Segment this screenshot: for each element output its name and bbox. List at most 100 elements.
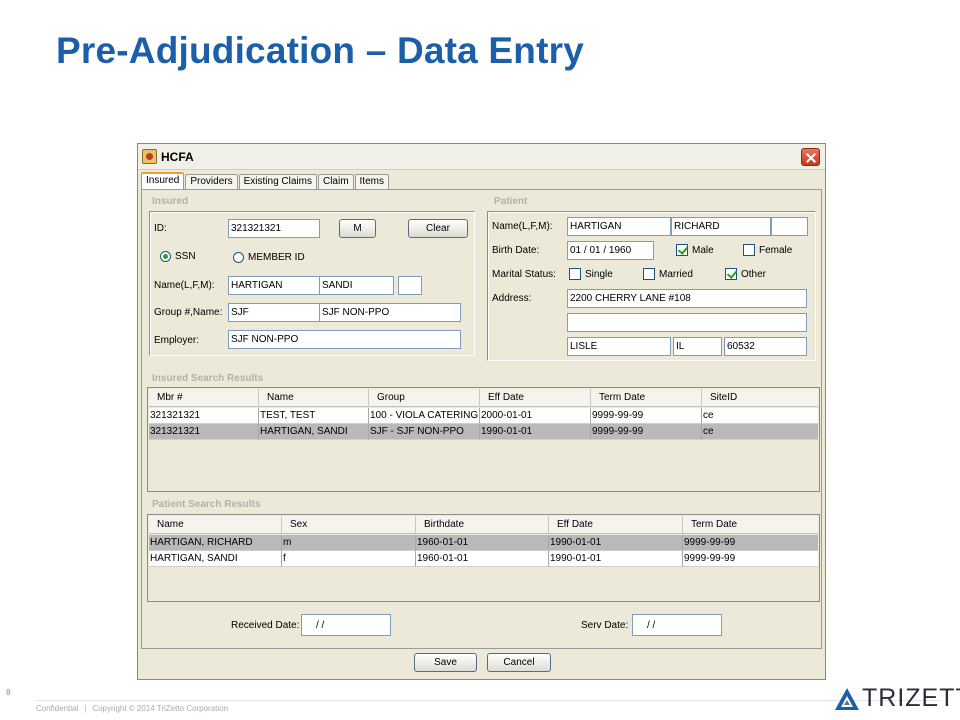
employer-label: Employer:	[154, 335, 200, 346]
cell-birthdate: 1960-01-01	[416, 551, 549, 567]
cell-birthdate: 1960-01-01	[416, 535, 549, 551]
member-id-label: MEMBER ID	[248, 252, 305, 263]
marital-status-label: Marital Status:	[492, 269, 556, 280]
cell-name: HARTIGAN, RICHARD	[149, 535, 282, 551]
ssn-label: SSN	[175, 251, 196, 262]
single-checkbox[interactable]	[569, 268, 581, 280]
col-term-date[interactable]: Term Date	[683, 516, 818, 534]
m-button[interactable]: M	[339, 219, 376, 238]
close-button[interactable]	[801, 148, 820, 166]
member-id-radio[interactable]	[233, 252, 244, 263]
tab-claim[interactable]: Claim	[317, 174, 354, 190]
col-group[interactable]: Group	[369, 389, 480, 407]
footer: Confidential | Copyright © 2014 TriZetto C…	[36, 704, 228, 713]
other-label: Other	[741, 269, 767, 280]
ssn-radio[interactable]	[160, 251, 171, 262]
footer-confidential: Confidential	[36, 704, 79, 713]
cell-eff-date: 2000-01-01	[480, 408, 591, 424]
cell-mbr: 321321321	[149, 424, 259, 440]
col-name[interactable]: Name	[259, 389, 369, 407]
group-number-field[interactable]: SJF	[228, 303, 320, 322]
state-field[interactable]: IL	[673, 337, 722, 356]
group-name-field[interactable]: SJF NON-PPO	[319, 303, 461, 322]
male-label: Male	[692, 245, 714, 256]
address-label: Address:	[492, 293, 532, 304]
tab-existing-claims[interactable]: Existing Claims	[238, 174, 317, 190]
tab-bar: Insured Providers Existing Claims Claim …	[141, 172, 390, 190]
footer-separator: |	[84, 704, 87, 713]
insured-middle-name-field[interactable]	[398, 276, 422, 295]
received-date-field[interactable]: / /	[301, 614, 391, 636]
col-eff-date[interactable]: Eff Date	[549, 516, 683, 534]
footer-divider	[36, 700, 940, 701]
cell-eff-date: 1990-01-01	[549, 535, 683, 551]
married-label: Married	[659, 269, 693, 280]
female-checkbox[interactable]	[743, 244, 755, 256]
save-button[interactable]: Save	[414, 653, 477, 672]
female-label: Female	[759, 245, 793, 256]
col-eff-date[interactable]: Eff Date	[480, 389, 591, 407]
insured-tab-panel: Insured ID: 321321321 M Clear SSN MEMBER…	[141, 189, 822, 649]
cell-siteid: ce	[702, 408, 818, 424]
cell-mbr: 321321321	[149, 408, 259, 424]
patient-first-name-field[interactable]: RICHARD	[671, 217, 771, 236]
male-checkbox[interactable]	[676, 244, 688, 256]
col-birthdate[interactable]: Birthdate	[416, 516, 549, 534]
address-line2-field[interactable]	[567, 313, 807, 332]
birth-date-field[interactable]: 01 / 01 / 1960	[567, 241, 654, 260]
insured-results-header: Mbr # Name Group Eff Date Term Date Site…	[149, 389, 818, 407]
patient-last-name-field[interactable]: HARTIGAN	[567, 217, 671, 236]
tab-insured[interactable]: Insured	[141, 172, 185, 190]
table-row[interactable]: 321321321 TEST, TEST 100 - VIOLA CATERIN…	[149, 408, 818, 424]
insured-results-table: Mbr # Name Group Eff Date Term Date Site…	[147, 387, 820, 492]
cell-group: SJF - SJF NON-PPO	[369, 424, 480, 440]
insured-results-title: Insured Search Results	[152, 373, 264, 384]
trizetto-logo: TRIZETTO	[834, 684, 960, 713]
employer-field[interactable]: SJF NON-PPO	[228, 330, 461, 349]
address-line1-field[interactable]: 2200 CHERRY LANE #108	[567, 289, 807, 308]
table-row[interactable]: HARTIGAN, SANDI f 1960-01-01 1990-01-01 …	[149, 551, 818, 567]
cell-sex: m	[282, 535, 416, 551]
cell-name: HARTIGAN, SANDI	[259, 424, 369, 440]
cell-term-date: 9999-99-99	[683, 551, 818, 567]
trizetto-logo-icon	[835, 687, 859, 710]
cancel-button[interactable]: Cancel	[487, 653, 551, 672]
insured-first-name-field[interactable]: SANDI	[319, 276, 394, 295]
cell-eff-date: 1990-01-01	[549, 551, 683, 567]
clear-button[interactable]: Clear	[408, 219, 468, 238]
table-row[interactable]: HARTIGAN, RICHARD m 1960-01-01 1990-01-0…	[149, 535, 818, 551]
patient-group-title: Patient	[494, 196, 528, 207]
patient-results-title: Patient Search Results	[152, 499, 261, 510]
tab-items[interactable]: Items	[354, 174, 389, 190]
patient-results-table: Name Sex Birthdate Eff Date Term Date HA…	[147, 514, 820, 602]
hcfa-window: HCFA Insured Providers Existing Claims C…	[137, 143, 826, 680]
city-field[interactable]: LISLE	[567, 337, 671, 356]
insured-name-label: Name(L,F,M):	[154, 280, 215, 291]
insured-last-name-field[interactable]: HARTIGAN	[228, 276, 320, 295]
col-term-date[interactable]: Term Date	[591, 389, 702, 407]
cell-term-date: 9999-99-99	[591, 408, 702, 424]
married-checkbox[interactable]	[643, 268, 655, 280]
col-siteid[interactable]: SiteID	[702, 389, 818, 407]
col-sex[interactable]: Sex	[282, 516, 416, 534]
serv-date-field[interactable]: / /	[632, 614, 722, 636]
cell-name: TEST, TEST	[259, 408, 369, 424]
col-name[interactable]: Name	[149, 516, 282, 534]
table-row[interactable]: 321321321 HARTIGAN, SANDI SJF - SJF NON-…	[149, 424, 818, 440]
col-mbr[interactable]: Mbr #	[149, 389, 259, 407]
cell-eff-date: 1990-01-01	[480, 424, 591, 440]
tab-providers[interactable]: Providers	[185, 174, 238, 190]
footer-copyright: Copyright © 2014 TriZetto Corporation	[92, 704, 229, 713]
insured-id-field[interactable]: 321321321	[228, 219, 320, 238]
java-app-icon	[142, 149, 157, 164]
cell-term-date: 9999-99-99	[683, 535, 818, 551]
window-titlebar[interactable]: HCFA	[138, 144, 825, 170]
serv-date-label: Serv Date:	[581, 620, 629, 631]
insured-group-title: Insured	[152, 196, 189, 207]
other-checkbox[interactable]	[725, 268, 737, 280]
cell-siteid: ce	[702, 424, 818, 440]
zip-field[interactable]: 60532	[724, 337, 807, 356]
patient-name-label: Name(L,F,M):	[492, 221, 553, 232]
patient-middle-name-field[interactable]	[771, 217, 808, 236]
received-date-label: Received Date:	[231, 620, 300, 631]
